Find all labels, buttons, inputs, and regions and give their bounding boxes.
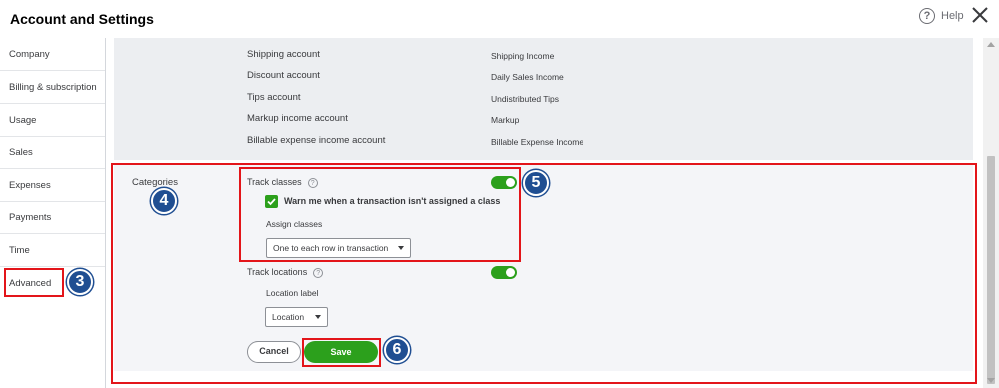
- help-button[interactable]: ? Help: [919, 8, 964, 24]
- annotation-badge-5: 5: [523, 170, 549, 196]
- discount-account-label: Discount account: [247, 70, 320, 81]
- tips-account-label: Tips account: [247, 92, 301, 103]
- discount-account-value: Daily Sales Income: [491, 72, 564, 82]
- sidebar-item-payments[interactable]: Payments: [0, 201, 105, 234]
- scrollbar[interactable]: [983, 38, 999, 388]
- settings-sidebar: Company Billing & subscription Usage Sal…: [0, 38, 106, 388]
- shipping-account-label: Shipping account: [247, 49, 320, 60]
- annotation-box-advanced: [4, 268, 64, 297]
- markup-account-value: Markup: [491, 115, 520, 125]
- billable-expense-account-label: Billable expense income account: [247, 135, 386, 146]
- close-icon[interactable]: [971, 6, 989, 24]
- sidebar-item-billing[interactable]: Billing & subscription: [0, 71, 105, 104]
- sidebar-item-time[interactable]: Time: [0, 234, 105, 267]
- scroll-down-icon[interactable]: [987, 378, 995, 383]
- annotation-badge-3: 3: [67, 269, 93, 295]
- sidebar-item-usage[interactable]: Usage: [0, 104, 105, 137]
- sidebar-item-company[interactable]: Company: [0, 38, 105, 71]
- scroll-thumb[interactable]: [987, 156, 995, 384]
- dialog-title: Account and Settings: [10, 11, 154, 27]
- markup-account-label: Markup income account: [247, 113, 348, 124]
- sidebar-item-sales[interactable]: Sales: [0, 136, 105, 169]
- annotation-badge-6: 6: [384, 337, 410, 363]
- dialog-header: Account and Settings ? Help: [0, 0, 999, 38]
- help-icon: ?: [919, 8, 935, 24]
- shipping-account-value: Shipping Income: [491, 51, 555, 61]
- accounts-panel: Shipping account Shipping Income Discoun…: [114, 38, 973, 160]
- sidebar-item-expenses[interactable]: Expenses: [0, 169, 105, 202]
- scroll-up-icon[interactable]: [987, 42, 995, 47]
- tips-account-value: Undistributed Tips: [491, 94, 560, 104]
- billable-expense-account-value: Billable Expense Income: [491, 137, 583, 147]
- annotation-badge-4: 4: [151, 188, 177, 214]
- annotation-box-save: [302, 338, 381, 367]
- annotation-box-track-classes: [239, 167, 521, 262]
- help-label: Help: [941, 10, 964, 22]
